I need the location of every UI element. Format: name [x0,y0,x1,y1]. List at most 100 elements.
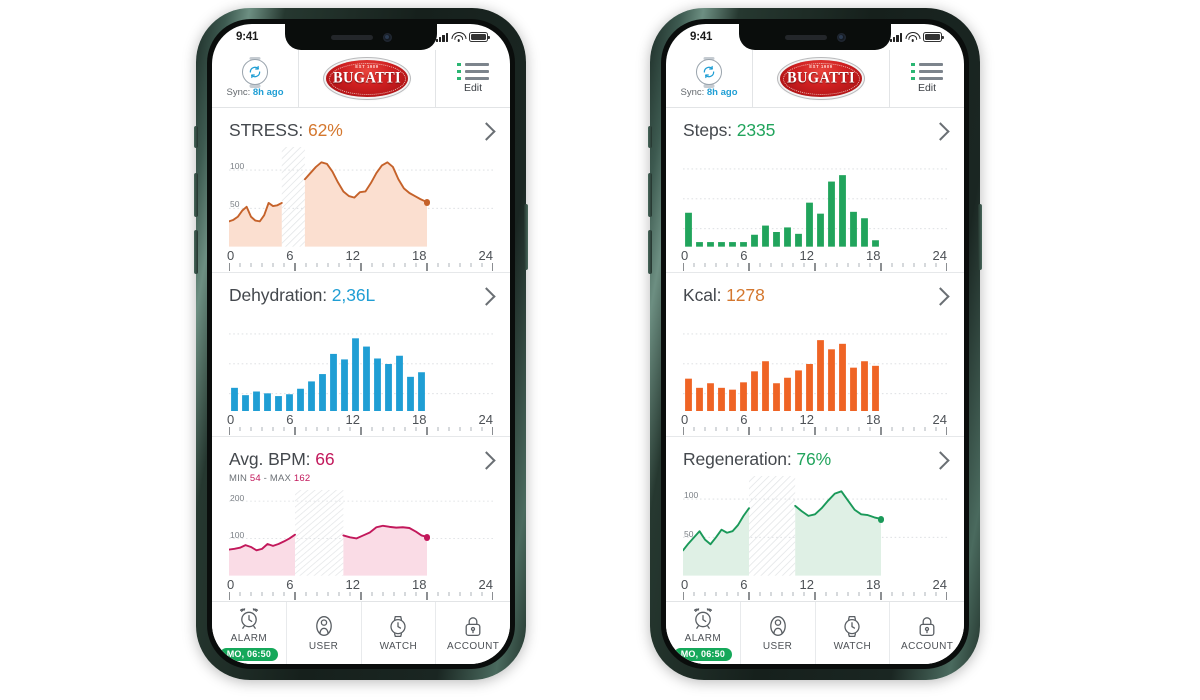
x-axis-tick-label: 6 [740,412,748,428]
watch-sync-icon [696,56,722,88]
logo-wordmark: BUGATTI [787,69,855,87]
x-axis-tick-label: 0 [681,412,689,428]
app-header: Sync: 8h ago EST 1909 BUGATTI Edit [212,50,510,108]
bugatti-logo-icon: EST 1909 BUGATTI [780,60,862,97]
x-axis-tick-label: 24 [932,412,947,428]
tab-watch[interactable]: WATCH [816,602,891,664]
sync-status-button[interactable]: Sync: 8h ago [666,50,753,107]
card-header: Kcal: 1278 [683,285,950,306]
x-axis-tick-label: 6 [286,412,294,428]
mute-switch[interactable] [648,126,652,148]
chart-dehydration: 0 6 12 18 24 [227,306,493,437]
x-axis-tick-label: 18 [412,412,427,428]
watch-icon [386,614,410,638]
sync-status-button[interactable]: Sync: 8h ago [212,50,299,107]
volume-up-button[interactable] [194,173,198,217]
chevron-right-icon[interactable] [477,122,496,141]
x-axis-labels: 0 6 12 18 24 [681,411,947,428]
y-axis-tick-label: 200 [230,492,245,503]
tab-label: ACCOUNT [447,641,500,652]
tab-alarm[interactable]: ALARM MO, 06:50 [212,602,287,664]
chart-avg-bpm: 100 200 0 6 12 18 24 [227,484,493,601]
x-axis-tick-label: 12 [345,247,360,263]
logo-top-text: EST 1909 [809,63,833,69]
sync-status-label: Sync: 8h ago [680,87,738,98]
power-button[interactable] [978,204,982,270]
y-axis-tick-label: 50 [684,528,694,539]
alarm-badge: MO, 06:50 [673,647,733,661]
volume-down-button[interactable] [194,230,198,274]
phone-left: 9:41 Sync: 8h ago EST 1909 BUGATTI Edit STRES… [194,8,528,680]
alarm-badge: MO, 06:50 [219,647,279,661]
volume-down-button[interactable] [648,230,652,274]
y-axis-tick-label: 100 [230,161,245,171]
tab-account[interactable]: ACCOUNT [436,602,510,664]
x-axis-tick-label: 6 [740,577,748,593]
chart-kcal: 0 6 12 18 24 [681,306,947,437]
list-menu-icon [911,62,943,81]
metrics-card-list: Steps: 2335 0 6 12 18 24 Kcal: 1278 0 6 12 18 24 Reg… [666,108,964,601]
chart-steps: 0 6 12 18 24 [681,141,947,272]
card-header: Dehydration: 2,36L [229,285,496,306]
battery-icon [923,32,944,42]
metric-card-kcal[interactable]: Kcal: 1278 0 6 12 18 24 [666,273,964,438]
device-notch [739,24,891,50]
card-header: Steps: 2335 [683,120,950,141]
metric-card-avg-bpm[interactable]: Avg. BPM: 66 MIN 54 - MAX 162 100 200 0 6 12 18… [212,437,510,601]
x-axis-tick-label: 6 [286,577,294,593]
chart-end-marker [877,515,885,523]
tab-label: WATCH [379,641,418,652]
chevron-right-icon[interactable] [477,451,496,471]
chevron-right-icon[interactable] [477,286,496,306]
tab-alarm[interactable]: ALARM MO, 06:50 [666,602,741,664]
x-axis-ticks [683,427,947,436]
front-camera-icon [836,32,846,42]
mute-switch[interactable] [194,126,198,148]
tab-user[interactable]: USER [287,602,362,664]
tab-label: ALARM [684,632,722,644]
x-axis-tick-label: 18 [412,247,427,263]
chart-end-marker [423,198,431,206]
volume-up-button[interactable] [648,173,652,217]
chart-plot-area [683,147,947,247]
x-axis-tick-label: 24 [478,412,493,428]
chart-regeneration: 50 100 0 6 12 18 24 [681,470,947,601]
cellular-signal-icon [435,33,448,42]
chart-plot-area: 100 200 [229,490,493,577]
user-icon [312,614,336,638]
chevron-right-icon[interactable] [931,286,950,306]
alarm-clock-icon [691,606,715,630]
x-axis-ticks [683,592,947,601]
tab-watch[interactable]: WATCH [362,602,437,664]
x-axis-labels: 0 6 12 18 24 [227,411,493,428]
phone-screen: 9:41 Sync: 8h ago EST 1909 BUGATTI Edit Steps… [666,24,964,664]
cellular-signal-icon [889,33,902,42]
chevron-right-icon[interactable] [931,451,950,471]
front-camera-icon [382,32,392,42]
x-axis-tick-label: 0 [227,412,235,428]
x-axis-labels: 0 6 12 18 24 [681,247,947,263]
watch-icon [840,614,864,638]
tab-user[interactable]: USER [741,602,816,664]
x-axis-tick-label: 6 [286,247,294,263]
logo-top-text: EST 1909 [355,63,379,69]
x-axis-tick-label: 24 [932,577,947,593]
metric-card-regeneration[interactable]: Regeneration: 76% 50 100 0 6 12 18 24 [666,437,964,601]
status-bar-icons [889,32,948,42]
card-value: 62% [307,120,343,140]
tab-label: ACCOUNT [901,641,954,652]
card-header: STRESS: 62% [229,120,496,141]
edit-button[interactable]: Edit [435,50,510,107]
metric-card-dehydration[interactable]: Dehydration: 2,36L 0 6 12 18 24 [212,273,510,438]
chevron-right-icon[interactable] [931,122,950,141]
edit-button[interactable]: Edit [889,50,964,107]
brand-logo: EST 1909 BUGATTI [753,50,889,107]
metrics-card-list: STRESS: 62% 50 100 0 6 12 18 24 Dehydration: 2,3… [212,108,510,601]
earpiece-speaker [330,34,373,40]
power-button[interactable] [524,204,528,270]
metric-card-steps[interactable]: Steps: 2335 0 6 12 18 24 [666,108,964,273]
tab-account[interactable]: ACCOUNT [890,602,964,664]
metric-card-stress[interactable]: STRESS: 62% 50 100 0 6 12 18 24 [212,108,510,273]
x-axis-ticks [229,592,493,601]
x-axis-tick-label: 18 [866,577,881,593]
